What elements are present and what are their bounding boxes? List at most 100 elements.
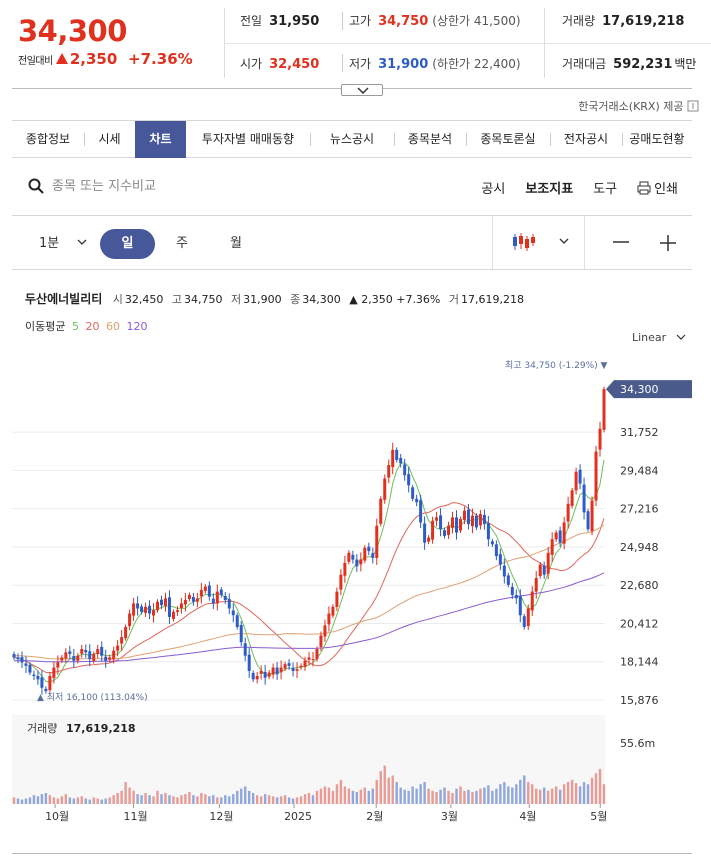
volume-bar <box>594 773 598 804</box>
volume-bar <box>574 783 578 804</box>
tab-dart[interactable]: 전자공시 <box>550 121 622 158</box>
volume-bar <box>467 789 470 804</box>
moving-average-legend[interactable]: 이동평균 5 20 60 120 <box>25 318 150 334</box>
period-day[interactable]: 일 <box>100 229 155 259</box>
candle-body <box>335 591 339 607</box>
y-tick-label: 27,216 <box>620 503 659 516</box>
volume-bar <box>519 779 522 804</box>
candle-body <box>582 484 586 513</box>
x-tick-label: 2025 <box>284 810 312 823</box>
tab-news[interactable]: 뉴스공시 <box>310 121 394 158</box>
candlestick-type-icon[interactable] <box>512 232 538 252</box>
candle-body <box>116 645 120 651</box>
price-chart[interactable]: 31,752 29,484 27,216 24,948 22,680 20,412 18,1… <box>0 340 711 840</box>
trade-amount: 거래대금 592,231 백만 <box>562 57 697 72</box>
candle-body <box>474 515 478 528</box>
volume-bar <box>431 790 434 804</box>
volume-bar <box>483 787 486 804</box>
candle-body <box>351 554 355 560</box>
candle-body <box>275 667 279 675</box>
volume-bar <box>578 786 582 804</box>
volume-bar <box>399 787 402 804</box>
candle-body <box>574 471 578 491</box>
volume-bar <box>375 779 378 804</box>
candle-body <box>570 490 574 506</box>
y-tick-label: 20,412 <box>620 617 659 630</box>
volume-bar <box>539 789 542 804</box>
volume-bar <box>554 786 558 804</box>
indicators-button[interactable]: 보조지표 <box>525 178 573 197</box>
candle-body <box>124 627 128 639</box>
volume-bar <box>36 796 40 804</box>
candle-body <box>578 469 582 484</box>
candle-body <box>267 672 271 677</box>
volume-bar <box>463 790 466 804</box>
tab-investor-trading[interactable]: 투자자별 매매동향 <box>186 121 310 158</box>
candle-body <box>219 589 223 595</box>
search-icon[interactable] <box>28 178 44 194</box>
volume-bar <box>88 799 91 804</box>
zoom-out-icon[interactable] <box>612 235 630 249</box>
volume-value: 17,619,218 <box>66 722 136 735</box>
candle-body <box>343 562 347 576</box>
period-minute[interactable]: 1분 <box>39 232 87 251</box>
period-week[interactable]: 주 <box>176 232 188 251</box>
volume-bar <box>379 771 382 804</box>
chart-toolbar: 1분 일 주 월 <box>12 215 692 270</box>
candle-body <box>88 651 92 660</box>
tab-quotes[interactable]: 시세 <box>84 121 135 158</box>
candle-body <box>40 677 44 688</box>
candle-body <box>534 578 538 592</box>
candle-body <box>68 651 72 655</box>
volume-bar <box>295 797 299 804</box>
candle-body <box>462 510 466 521</box>
volume: 거래량 17,619,218 <box>562 14 685 29</box>
search-input[interactable] <box>52 174 352 198</box>
candle-body <box>327 613 331 625</box>
volume-bar <box>92 797 95 804</box>
volume-bar <box>283 795 287 804</box>
volume-bar <box>80 796 83 804</box>
volume-bar <box>28 797 32 804</box>
volume-bar <box>523 775 526 804</box>
print-button[interactable]: 인쇄 <box>637 178 678 197</box>
current-price: 34,300 <box>18 14 127 48</box>
chevron-down-icon[interactable] <box>559 238 569 244</box>
tab-overview[interactable]: 종합정보 <box>12 121 84 158</box>
tool-button[interactable]: 도구 <box>593 178 617 197</box>
tab-analysis[interactable]: 종목분석 <box>394 121 466 158</box>
volume-bar <box>16 798 20 804</box>
volume-bar <box>287 797 291 804</box>
change-row: 전일대비 2,350 +7.36% <box>18 50 193 68</box>
candle-body <box>215 591 219 604</box>
candle-body <box>211 598 215 604</box>
volume-bar <box>116 793 119 804</box>
volume-bar <box>216 797 219 804</box>
zoom-in-icon[interactable] <box>659 234 677 252</box>
volume-bar <box>72 798 75 804</box>
candle-body <box>187 594 191 600</box>
volume-bar <box>503 782 506 804</box>
candle-body <box>271 667 275 675</box>
volume-bar <box>251 793 255 804</box>
tab-chart[interactable]: 차트 <box>135 121 186 158</box>
tab-forum[interactable]: 종목토론실 <box>466 121 550 158</box>
x-tick-label: 5월 <box>590 810 607 823</box>
up-triangle-icon <box>55 53 68 64</box>
x-tick-label: 10월 <box>45 810 69 823</box>
candle-body <box>319 635 323 647</box>
info-icon[interactable] <box>687 100 699 112</box>
candle-body <box>247 654 251 671</box>
tab-short-selling[interactable]: 공매도현황 <box>622 121 692 158</box>
volume-bar <box>136 794 139 804</box>
volume-bar <box>232 794 235 804</box>
candle-body <box>56 662 60 668</box>
candle-body <box>108 657 112 660</box>
candle-body <box>307 657 311 660</box>
expand-button[interactable] <box>341 84 383 96</box>
disclosure-button[interactable]: 공시 <box>481 178 505 197</box>
candle-body <box>128 613 132 627</box>
candle-body <box>387 465 391 478</box>
period-month[interactable]: 월 <box>230 232 242 251</box>
candle-body <box>156 601 160 611</box>
